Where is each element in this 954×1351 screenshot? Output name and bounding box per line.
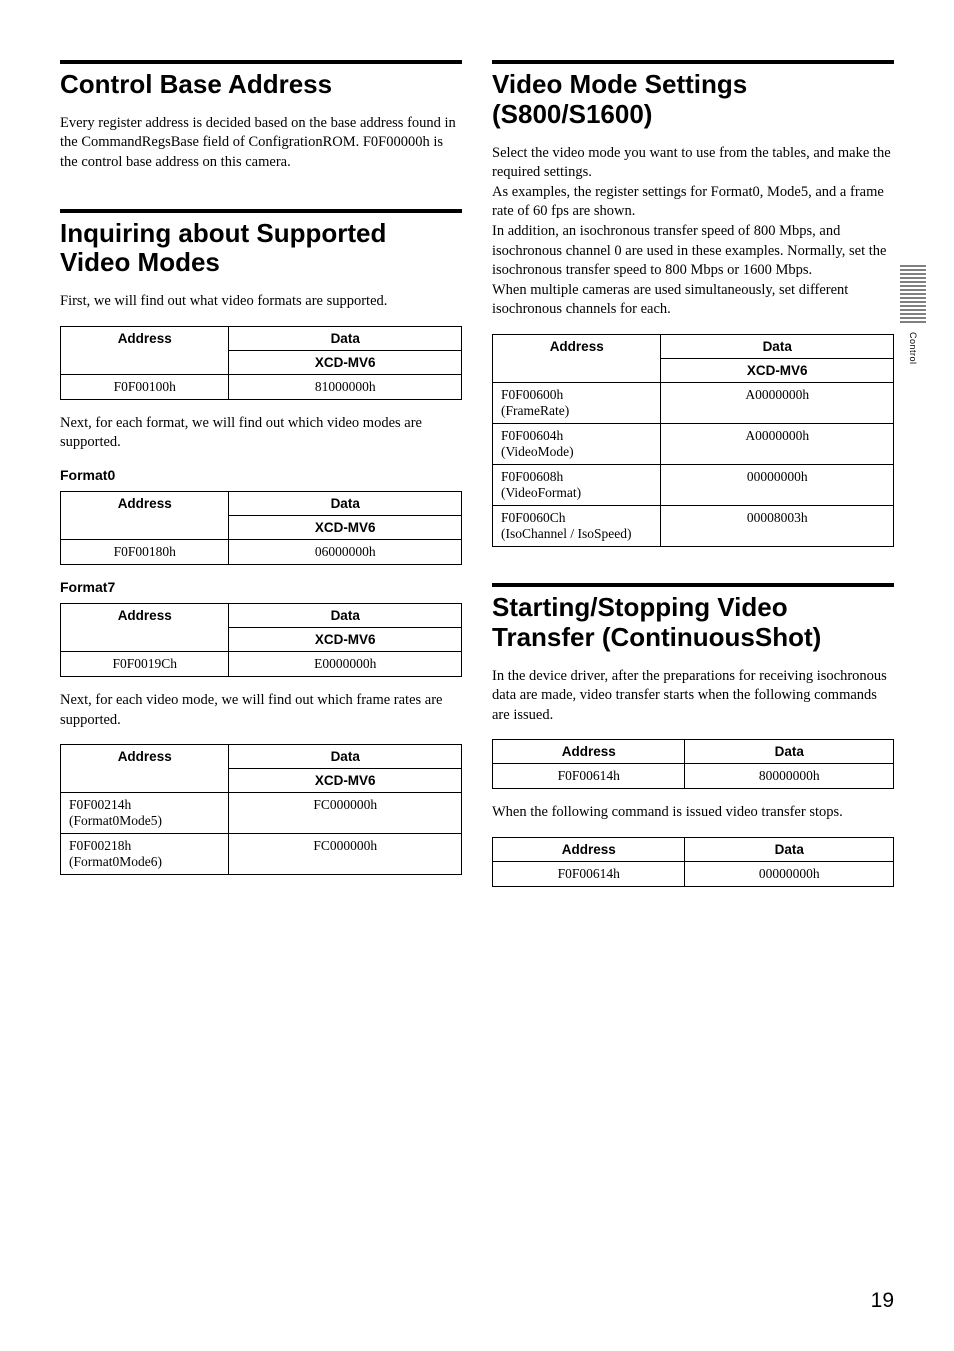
chapter-tab: Control [896,262,930,365]
chapter-tab-icon [898,262,928,326]
th-data: Data [661,334,894,358]
td-addr: F0F00608h (VideoFormat) [493,464,661,505]
para-inquiring-2: Next, for each format, we will find out … [60,414,462,453]
td-addr: F0F0019Ch [61,652,229,677]
th-address: Address [493,334,661,382]
th-address: Address [61,604,229,652]
td-addr: F0F0060Ch (IsoChannel / IsoSpeed) [493,505,661,546]
section-rule [60,60,462,64]
heading-control-base-address: Control Base Address [60,70,462,100]
addr-note: (IsoChannel / IsoSpeed) [501,526,631,541]
page-content: Control Base Address Every register addr… [0,0,954,941]
td-val: 80000000h [685,764,894,789]
para-video-mode: Select the video mode you want to use fr… [492,144,894,320]
th-address: Address [493,740,685,764]
td-addr: F0F00180h [61,540,229,565]
td-val: A0000000h [661,382,894,423]
para-control-base: Every register address is decided based … [60,114,462,173]
td-addr: F0F00604h (VideoMode) [493,423,661,464]
th-address: Address [61,326,229,374]
addr-val: F0F0060Ch [501,510,566,525]
th-data: Data [685,837,894,861]
td-val: FC000000h [229,793,462,834]
left-column: Control Base Address Every register addr… [60,60,462,901]
th-sub: XCD-MV6 [229,628,462,652]
td-val: 00000000h [685,861,894,886]
para-inquiring-1: First, we will find out what video forma… [60,292,462,312]
td-val: A0000000h [661,423,894,464]
addr-val: F0F00218h [69,838,131,853]
table-stop: Address Data F0F00614h 00000000h [492,837,894,887]
heading-start-stop: Starting/Stopping Video Transfer (Contin… [492,593,894,653]
table-start: Address Data F0F00614h 80000000h [492,739,894,789]
addr-note: (VideoFormat) [501,485,581,500]
th-sub: XCD-MV6 [661,358,894,382]
addr-note: (Format0Mode5) [69,813,162,828]
th-address: Address [493,837,685,861]
td-addr: F0F00614h [493,861,685,886]
td-addr: F0F00214h (Format0Mode5) [61,793,229,834]
td-addr: F0F00100h [61,374,229,399]
table-formats: Address Data XCD-MV6 F0F00100h 81000000h [60,326,462,400]
chapter-tab-label: Control [908,332,918,365]
th-sub: XCD-MV6 [229,769,462,793]
section-rule [60,209,462,213]
para-start: In the device driver, after the preparat… [492,667,894,726]
td-addr: F0F00614h [493,764,685,789]
th-data: Data [229,326,462,350]
addr-note: (Format0Mode6) [69,854,162,869]
sub-format0: Format0 [60,467,462,483]
td-addr: F0F00218h (Format0Mode6) [61,834,229,875]
addr-note: (VideoMode) [501,444,574,459]
th-data: Data [685,740,894,764]
heading-inquiring-modes: Inquiring about Supported Video Modes [60,219,462,279]
td-val: 81000000h [229,374,462,399]
section-rule [492,583,894,587]
addr-val: F0F00600h [501,387,563,402]
td-val: FC000000h [229,834,462,875]
addr-val: F0F00214h [69,797,131,812]
td-val: 00000000h [661,464,894,505]
heading-video-mode-settings: Video Mode Settings (S800/S1600) [492,70,894,130]
table-frame-rates: Address Data XCD-MV6 F0F00214h (Format0M… [60,744,462,875]
right-column: Video Mode Settings (S800/S1600) Select … [492,60,894,901]
th-data: Data [229,604,462,628]
section-rule [492,60,894,64]
addr-val: F0F00608h [501,469,563,484]
table-video-mode: Address Data XCD-MV6 F0F00600h (FrameRat… [492,334,894,547]
th-sub: XCD-MV6 [229,516,462,540]
td-val: E0000000h [229,652,462,677]
th-sub: XCD-MV6 [229,350,462,374]
th-data: Data [229,492,462,516]
para-inquiring-3: Next, for each video mode, we will find … [60,691,462,730]
th-address: Address [61,492,229,540]
para-stop: When the following command is issued vid… [492,803,894,823]
td-addr: F0F00600h (FrameRate) [493,382,661,423]
page-number: 19 [871,1289,894,1313]
th-data: Data [229,745,462,769]
table-format7: Address Data XCD-MV6 F0F0019Ch E0000000h [60,603,462,677]
addr-note: (FrameRate) [501,403,569,418]
addr-val: F0F00604h [501,428,563,443]
table-format0: Address Data XCD-MV6 F0F00180h 06000000h [60,491,462,565]
sub-format7: Format7 [60,579,462,595]
th-address: Address [61,745,229,793]
td-val: 00008003h [661,505,894,546]
td-val: 06000000h [229,540,462,565]
